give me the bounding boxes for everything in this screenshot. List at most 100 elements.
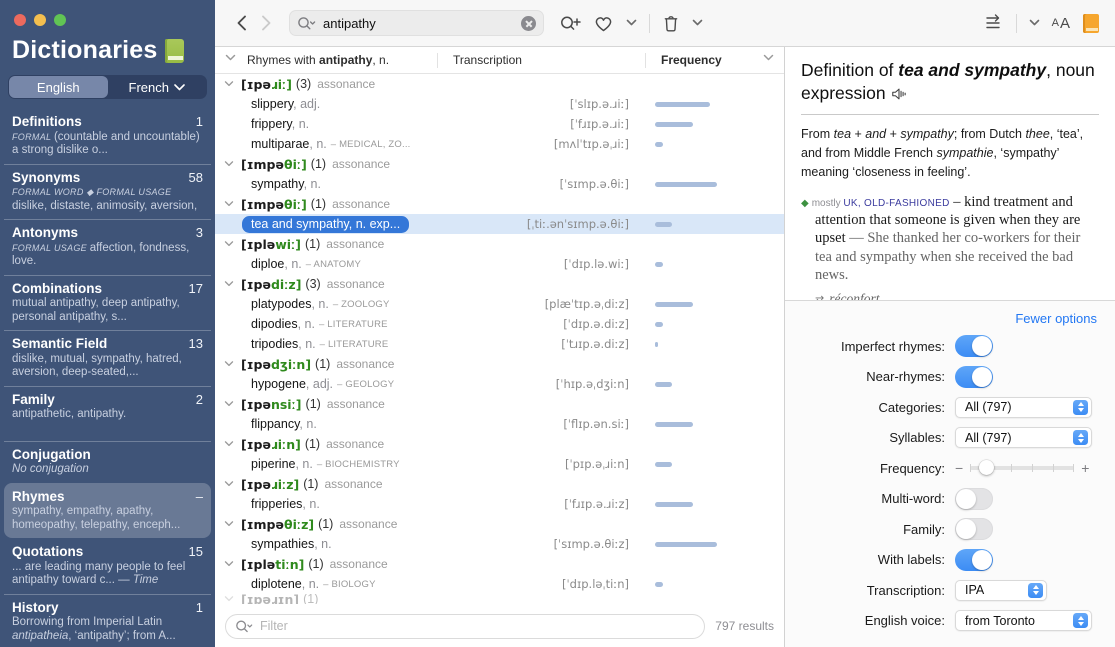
sidebar-item-combinations[interactable]: Combinations17mutual antipathy, deep ant… <box>4 275 211 331</box>
rhyme-word-row[interactable]: sympathies, n.[ˈsɪmp.ə.θiːz] <box>215 534 784 554</box>
minimize-window-button[interactable] <box>34 14 46 26</box>
close-window-button[interactable] <box>14 14 26 26</box>
filter-bar: 797 results <box>215 611 784 647</box>
save-search-icon[interactable] <box>558 12 583 35</box>
sidebar-item-rhymes[interactable]: Rhymes–sympathy, empathy, apathy, homeop… <box>4 483 211 539</box>
up-arrow-icon <box>1078 402 1084 406</box>
sidebar-item-conjugation[interactable]: ConjugationNo conjugation <box>4 441 211 483</box>
rhyme-group-row[interactable]: [ɪpəɹɪn](1) <box>215 594 784 604</box>
rhyme-word-row[interactable]: tea and sympathy, n. exp...[ˌtiː.ənˈsɪmp… <box>215 214 784 234</box>
toggle-imperfect-rhymes[interactable] <box>955 335 993 357</box>
dictionary-book-icon[interactable] <box>1081 12 1101 35</box>
chevron-down-icon[interactable] <box>224 281 234 288</box>
sidebar-item-count: 2 <box>196 392 203 407</box>
tab-french[interactable]: French <box>108 76 207 98</box>
slider-track[interactable] <box>970 466 1074 470</box>
rhyme-word-row[interactable]: hypogene, adj.– GEOLOGY[ˈhɪp.əˌdʒiːn] <box>215 374 784 394</box>
chevron-down-icon[interactable] <box>224 481 234 488</box>
transcription-value: [ˈsɪmp.ə.θiː] <box>560 177 629 191</box>
select-categories[interactable]: All (797) <box>955 397 1092 418</box>
rhyme-group-row[interactable]: [ɪmpəθiːz](1)assonance <box>215 514 784 534</box>
chevron-down-icon[interactable] <box>224 521 234 528</box>
definition-title: Definition of tea and sympathy, noun exp… <box>801 59 1099 105</box>
rhyme-word-row[interactable]: sympathy, n.[ˈsɪmp.ə.θiː] <box>215 174 784 194</box>
chevron-down-icon[interactable] <box>224 561 234 568</box>
zoom-window-button[interactable] <box>54 14 66 26</box>
forward-button[interactable] <box>258 12 275 34</box>
sidebar-item-desc: antipathetic, antipathy. <box>12 408 203 422</box>
sidebar-item-definitions[interactable]: Definitions1FORMAL (countable and uncoun… <box>4 109 211 164</box>
sidebar-item-header: Conjugation <box>12 447 203 462</box>
export-list-icon[interactable] <box>980 12 1006 34</box>
rhyme-word-row[interactable]: slippery, adj.[ˈslɪp.ə.ɹiː] <box>215 94 784 114</box>
tab-english[interactable]: English <box>9 76 108 98</box>
rhyme-word-row[interactable]: diploe, n.– ANATOMY[ˈdɪp.lə.wiː] <box>215 254 784 274</box>
search-input[interactable] <box>321 15 516 32</box>
rhyme-word-row[interactable]: multiparae, n.– MEDICAL, ZO...[mʌlˈtɪp.ə… <box>215 134 784 154</box>
sidebar-item-synonyms[interactable]: Synonyms58FORMAL WORD ◆ FORMAL USAGE dis… <box>4 164 211 220</box>
rhyme-word-row[interactable]: fripperies, n.[ˈfɹɪp.ə.ɹiːz] <box>215 494 784 514</box>
options-panel: Fewer options Imperfect rhymes:Near-rhym… <box>785 300 1115 647</box>
fewer-options-link[interactable]: Fewer options <box>795 311 1097 326</box>
chevron-down-icon[interactable] <box>224 596 234 603</box>
rhyme-word-row[interactable]: frippery, n.[ˈfɹɪp.ə.ɹiː] <box>215 114 784 134</box>
filter-input[interactable] <box>258 618 695 634</box>
speaker-icon[interactable] <box>891 87 907 101</box>
rhyme-group-row[interactable]: [ɪplətiːn](1)assonance <box>215 554 784 574</box>
back-button[interactable] <box>233 12 250 34</box>
column-transcription: Transcription <box>453 53 522 67</box>
rhyme-word-row[interactable]: diplotene, n.– BIOLOGY[ˈdɪp.ləˌtiːn] <box>215 574 784 594</box>
rhyme-group-row[interactable]: [ɪmpəθiː](1)assonance <box>215 194 784 214</box>
etymology-segment: sympathy <box>900 127 954 141</box>
clear-search-button[interactable] <box>521 16 536 31</box>
sidebar-item-quotations[interactable]: Quotations15... are leading many people … <box>4 538 211 594</box>
toggle-with-labels[interactable] <box>955 549 993 571</box>
slider-knob[interactable] <box>979 460 994 475</box>
option-label: Frequency: <box>795 461 945 476</box>
select-value: All (797) <box>965 400 1012 414</box>
favorites-menu-chevron[interactable] <box>624 17 639 29</box>
part-of-speech: , n. <box>314 537 331 551</box>
text-size-button[interactable]: AAAA <box>1050 13 1073 34</box>
chevron-down-icon[interactable] <box>224 241 234 248</box>
rhyme-group-row[interactable]: [ɪpləwiː](1)assonance <box>215 234 784 254</box>
sidebar-item-antonyms[interactable]: Antonyms3FORMAL USAGE affection, fondnes… <box>4 219 211 275</box>
rhyme-group-row[interactable]: [ɪpəɹiːz](1)assonance <box>215 474 784 494</box>
toggle-family[interactable] <box>955 518 993 540</box>
sidebar-item-history[interactable]: History1Borrowing from Imperial Latin an… <box>4 594 211 647</box>
collapse-all-chevron[interactable] <box>225 54 236 62</box>
chevron-down-icon[interactable] <box>224 161 234 168</box>
chevron-down-icon[interactable] <box>224 361 234 368</box>
rhyme-word-row[interactable]: flippancy, n.[ˈflɪp.ən.siː] <box>215 414 784 434</box>
select-english-voice[interactable]: from Toronto <box>955 610 1092 631</box>
sort-chevron[interactable] <box>763 54 774 62</box>
trash-icon[interactable] <box>660 12 682 35</box>
chevron-down-icon[interactable] <box>224 201 234 208</box>
rhyme-word-row[interactable]: platypodes, n.– ZOOLOGY[plæˈtɪp.əˌdiːz] <box>215 294 784 314</box>
chevron-down-icon[interactable] <box>224 81 234 88</box>
rhyme-group-row[interactable]: [ɪpədʒiːn](1)assonance <box>215 354 784 374</box>
chevron-down-icon[interactable] <box>224 401 234 408</box>
rhyme-group-row[interactable]: [ɪpənsiː](1)assonance <box>215 394 784 414</box>
orange-book-icon <box>1083 14 1099 33</box>
sidebar-item-count: 1 <box>196 114 203 129</box>
rhyme-word-row[interactable]: dipodies, n.– LITERATURE[ˈdɪp.ə.diːz] <box>215 314 784 334</box>
chevron-down-icon[interactable] <box>224 441 234 448</box>
rhyme-group-row[interactable]: [ɪpəɹiː](3)assonance <box>215 74 784 94</box>
rhyme-group-row[interactable]: [ɪpədiːz](3)assonance <box>215 274 784 294</box>
favorites-heart-icon[interactable] <box>591 12 616 35</box>
sidebar-item-family[interactable]: Family2antipathetic, antipathy. <box>4 386 211 428</box>
rhyme-group-row[interactable]: [ɪpəɹiːn](1)assonance <box>215 434 784 454</box>
rhyme-word-row[interactable]: tripodies, n.– LITERATURE[ˈtɹɪp.ə.diːz] <box>215 334 784 354</box>
trash-menu-chevron[interactable] <box>690 17 705 29</box>
rhyme-word-row[interactable]: piperine, n.– BIOCHEMISTRY[ˈpɪp.əˌɹiːn] <box>215 454 784 474</box>
group-ipa-highlight: wiː] <box>275 237 301 252</box>
word-wrap: sympathies, n. <box>251 537 332 551</box>
rhyme-group-row[interactable]: [ɪmpəθiː](1)assonance <box>215 154 784 174</box>
sidebar-item-semantic-field[interactable]: Semantic Field13dislike, mutual, sympath… <box>4 330 211 386</box>
toggle-multi-word[interactable] <box>955 488 993 510</box>
select-transcription[interactable]: IPA <box>955 580 1047 601</box>
view-options-chevron[interactable] <box>1027 17 1042 29</box>
select-syllables[interactable]: All (797) <box>955 427 1092 448</box>
toggle-near-rhymes[interactable] <box>955 366 993 388</box>
